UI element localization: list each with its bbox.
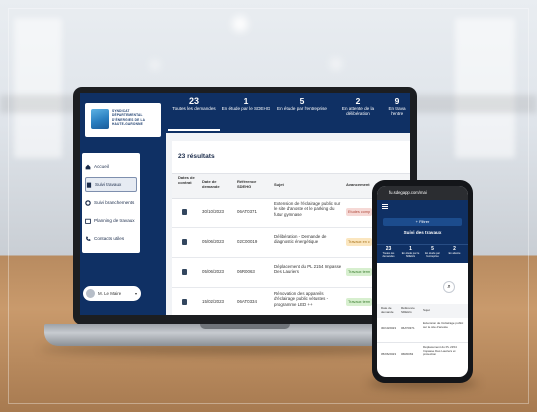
image-border [8,8,529,404]
